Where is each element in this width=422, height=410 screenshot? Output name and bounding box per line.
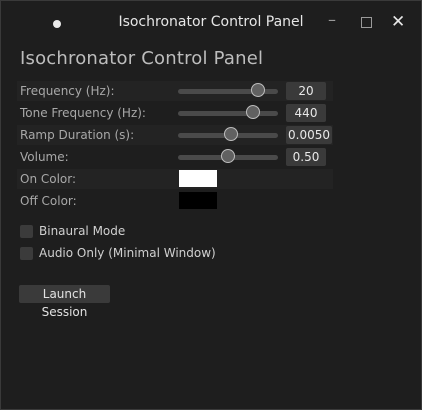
ramp-duration-row: Ramp Duration (s): 0.0050	[17, 125, 333, 145]
control-panel-window: Isochronator Control Panel – ✕ Isochrona…	[0, 0, 422, 410]
close-icon[interactable]: ✕	[391, 13, 405, 31]
ramp-duration-label: Ramp Duration (s):	[20, 128, 135, 142]
title-bar: Isochronator Control Panel – ✕	[1, 1, 421, 43]
on-color-label: On Color:	[20, 172, 77, 186]
binaural-mode-checkbox[interactable]	[20, 225, 33, 238]
frequency-slider-handle[interactable]	[251, 83, 265, 97]
tone-frequency-slider[interactable]	[178, 105, 278, 119]
volume-row: Volume: 0.50	[17, 147, 333, 167]
frequency-row: Frequency (Hz): 20	[17, 81, 333, 101]
window-title: Isochronator Control Panel	[118, 14, 304, 30]
frequency-label: Frequency (Hz):	[20, 84, 115, 98]
ramp-duration-slider-handle[interactable]	[224, 127, 238, 141]
minimize-icon[interactable]: –	[328, 11, 336, 29]
tone-frequency-label: Tone Frequency (Hz):	[20, 106, 146, 120]
maximize-icon[interactable]	[361, 13, 372, 33]
audio-only-checkbox[interactable]	[20, 247, 33, 260]
volume-slider-handle[interactable]	[221, 149, 235, 163]
frequency-slider[interactable]	[178, 83, 278, 97]
tone-frequency-slider-handle[interactable]	[246, 105, 260, 119]
on-color-row: On Color:	[17, 169, 333, 189]
launch-session-button[interactable]: Launch Session	[19, 285, 110, 319]
off-color-label: Off Color:	[20, 194, 77, 208]
volume-label: Volume:	[20, 150, 69, 164]
ramp-duration-slider[interactable]	[178, 127, 278, 141]
frequency-value[interactable]: 20	[286, 82, 326, 100]
on-color-swatch[interactable]	[179, 170, 217, 187]
volume-slider[interactable]	[178, 149, 278, 163]
audio-only-label[interactable]: Audio Only (Minimal Window)	[39, 246, 216, 260]
binaural-mode-label[interactable]: Binaural Mode	[39, 224, 125, 238]
volume-value[interactable]: 0.50	[286, 148, 326, 166]
tone-frequency-row: Tone Frequency (Hz): 440	[17, 103, 333, 123]
panel-heading: Isochronator Control Panel	[20, 48, 264, 69]
ramp-duration-value[interactable]: 0.0050	[286, 126, 332, 144]
off-color-row: Off Color:	[17, 191, 333, 211]
off-color-swatch[interactable]	[179, 192, 217, 209]
tone-frequency-value[interactable]: 440	[286, 104, 326, 122]
